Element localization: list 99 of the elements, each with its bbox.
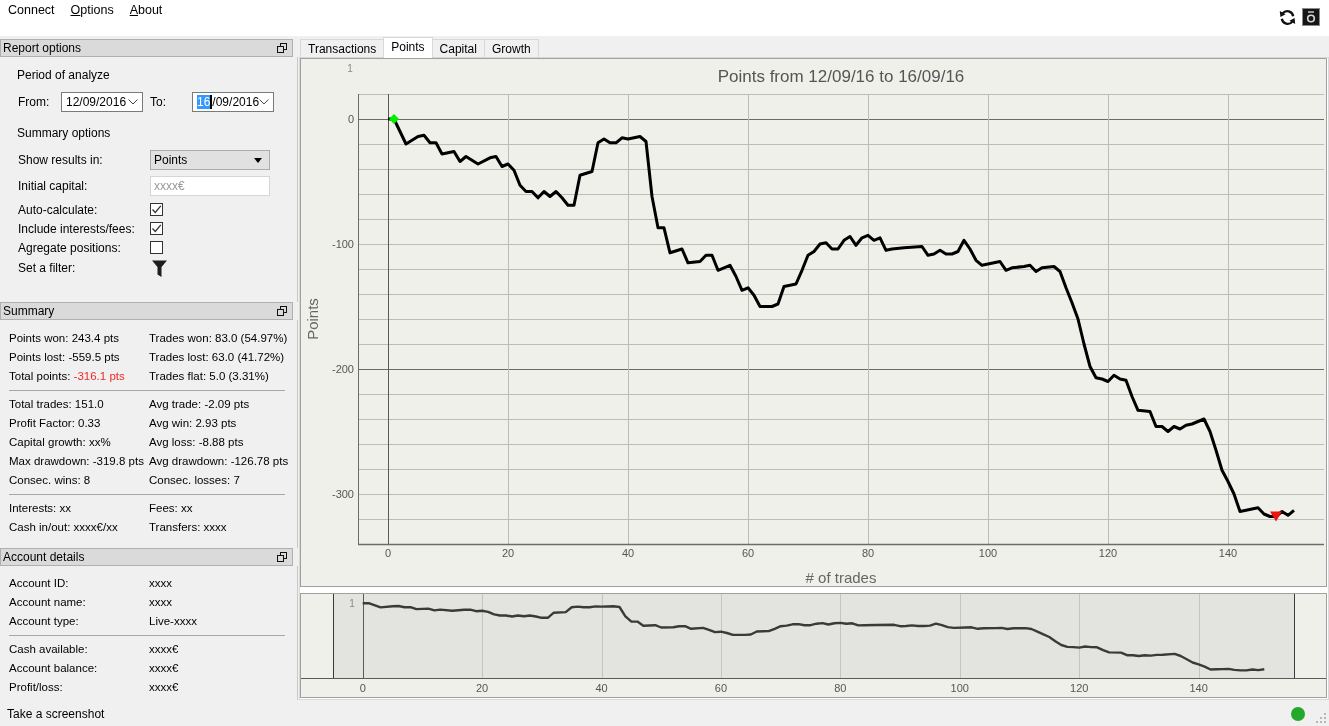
dropdown[interactable]: Points — [150, 150, 270, 170]
resize-grip-icon[interactable] — [1316, 713, 1326, 723]
detail-label: Account balance: — [9, 661, 99, 676]
tab[interactable]: Growth — [483, 39, 539, 57]
summary-stat: Fees: xx — [149, 501, 194, 516]
detail-value: xxxx — [149, 576, 173, 591]
summary-stat: Points won: 243.4 pts — [9, 331, 120, 346]
summary-stat: Avg loss: -8.88 pts — [149, 435, 245, 450]
axis-tick-label: 0 — [347, 113, 354, 125]
tab[interactable]: Points — [383, 37, 433, 58]
field-label: To: — [149, 95, 167, 109]
detail-value: xxxx — [149, 595, 173, 610]
input-field[interactable]: xxxx€ — [150, 176, 270, 196]
axis-tick-label: 0 — [384, 547, 392, 559]
restore-icon[interactable] — [277, 43, 287, 53]
detail-value: xxxx€ — [149, 680, 180, 695]
section-heading: Period of analyze — [17, 67, 111, 84]
chevron-down-icon — [128, 99, 138, 105]
tab[interactable]: Capital — [431, 39, 485, 57]
axis-tick-label: 80 — [861, 547, 875, 559]
summary-stat: Total trades: 151.0 — [9, 397, 105, 412]
summary-stat: Capital growth: xx% — [9, 435, 112, 450]
summary-stat: Profit Factor: 0.33 — [9, 416, 102, 431]
restore-icon[interactable] — [277, 552, 287, 562]
check-icon — [151, 223, 162, 234]
axis-tick-label: 140 — [1218, 547, 1238, 559]
detail-label: Account type: — [9, 614, 80, 629]
axis-title: Points — [304, 298, 321, 340]
axis-tick-label: 60 — [714, 682, 728, 694]
panel-title: Report options — [3, 41, 82, 55]
axis-tick-label: 0 — [359, 682, 366, 694]
axis-tick-label: -300 — [331, 488, 354, 500]
summary-stat: Consec. losses: 7 — [149, 473, 241, 488]
corner-label: 1 — [349, 598, 355, 609]
detail-value: Live-xxxx — [149, 614, 198, 629]
axis-tick-label: 100 — [950, 682, 969, 694]
status-message: Take a screenshot — [7, 707, 105, 721]
corner-label: 1 — [347, 63, 353, 74]
date-field[interactable]: 16 /09/2016 — [192, 92, 274, 112]
menu-item[interactable]: Options — [62, 0, 122, 18]
axis-tick-label: 80 — [834, 682, 847, 694]
axis-tick-label: 120 — [1070, 682, 1089, 694]
date-field[interactable]: 12/09/2016 — [61, 92, 143, 112]
axis-title: # of trades — [805, 569, 877, 586]
summary-stat: Max drawdown: -319.8 pts — [9, 454, 145, 469]
detail-label: Profit/loss: — [9, 680, 64, 695]
summary-stat: Trades won: 83.0 (54.97%) — [149, 331, 289, 346]
panel-title: Account details — [3, 550, 85, 564]
field-label: Auto-calculate: — [17, 202, 99, 217]
checkbox[interactable] — [150, 241, 163, 254]
menu-item[interactable]: About — [121, 0, 171, 18]
field-label: Show results in: — [17, 153, 104, 167]
section-heading: Summary options — [17, 125, 112, 142]
axis-tick-label: 60 — [741, 547, 755, 559]
chart-title: Points from 12/09/16 to 16/09/16 — [717, 67, 965, 86]
range-selection[interactable] — [332, 594, 1295, 678]
summary-stat: Trades flat: 5.0 (3.31%) — [149, 369, 270, 384]
field-label: From: — [17, 95, 51, 109]
detail-label: Cash available: — [9, 642, 89, 657]
summary-stat: Trades lost: 63.0 (41.72%) — [149, 350, 286, 365]
axis-tick-label: -200 — [331, 363, 354, 375]
field-label: Agregate positions: — [17, 240, 122, 255]
camera-icon[interactable] — [1302, 8, 1320, 26]
axis-tick-label: 40 — [621, 547, 635, 559]
summary-stat: Interests: xx — [9, 501, 72, 516]
axis-tick-label: 100 — [978, 547, 998, 559]
detail-value: xxxx€ — [149, 642, 180, 657]
field-label: Set a filter: — [17, 261, 77, 275]
tab[interactable]: Transactions — [300, 39, 385, 57]
axis-tick-label: 120 — [1098, 547, 1118, 559]
summary-stat: Avg drawdown: -126.78 pts — [149, 454, 290, 469]
filter-icon[interactable] — [152, 259, 167, 277]
summary-stat: Total points: -316.1 pts — [9, 369, 126, 384]
summary-stat: Points lost: -559.5 pts — [9, 350, 121, 365]
detail-value: xxxx€ — [149, 661, 180, 676]
summary-stat: Avg trade: -2.09 pts — [149, 397, 251, 412]
summary-stat: Transfers: xxxx — [149, 520, 228, 535]
summary-stat: Cash in/out: xxxx€/xx — [9, 520, 119, 535]
chevron-down-icon — [259, 99, 269, 105]
summary-stat: Consec. wins: 8 — [9, 473, 92, 488]
axis-tick-label: -100 — [331, 238, 354, 250]
summary-stat: Avg win: 2.93 pts — [149, 416, 238, 431]
axis-tick-label: 20 — [476, 682, 489, 694]
checkbox[interactable] — [150, 222, 163, 235]
check-icon — [151, 204, 162, 215]
axis-tick-label: 20 — [501, 547, 515, 559]
axis-tick-label: 140 — [1189, 682, 1208, 694]
menu-item[interactable]: Connect — [0, 0, 63, 18]
restore-icon[interactable] — [277, 306, 287, 316]
detail-label: Account name: — [9, 595, 87, 610]
field-label: Include interests/fees: — [17, 221, 136, 236]
axis-tick-label: 40 — [595, 682, 608, 694]
detail-label: Account ID: — [9, 576, 70, 591]
checkbox[interactable] — [150, 203, 163, 216]
text-cursor — [210, 95, 213, 109]
refresh-icon[interactable] — [1279, 8, 1296, 26]
panel-title: Summary — [3, 304, 55, 318]
caret-icon — [254, 157, 262, 163]
field-label: Initial capital: — [17, 179, 89, 193]
